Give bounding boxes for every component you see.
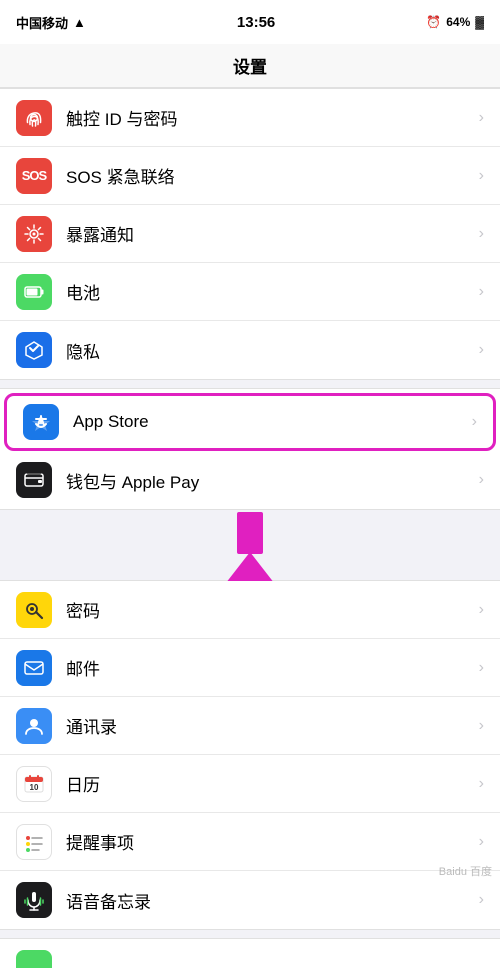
alarm-icon: ⏰ xyxy=(426,15,441,29)
appstore-row-wrapper: A App Store › xyxy=(0,389,500,451)
battery-icon: ▓ xyxy=(475,15,484,29)
svg-text:10: 10 xyxy=(30,783,39,792)
privacy-chevron: › xyxy=(479,341,484,359)
reminders-row[interactable]: 提醒事项 › xyxy=(0,813,500,871)
calendar-chevron: › xyxy=(479,775,484,793)
touchid-label: 触控 ID 与密码 xyxy=(66,105,471,130)
voice-icon xyxy=(16,882,52,918)
contacts-label: 通讯录 xyxy=(66,713,471,738)
mail-icon xyxy=(16,650,52,686)
mail-label: 邮件 xyxy=(66,655,471,680)
appstore-label: App Store xyxy=(73,412,464,432)
wallet-label: 钱包与 Apple Pay xyxy=(66,468,471,493)
sos-label: SOS 紧急联络 xyxy=(66,163,471,188)
pink-arrow xyxy=(222,512,278,588)
touchid-row[interactable]: 触控 ID 与密码 › xyxy=(0,89,500,147)
extra-icon xyxy=(16,950,52,968)
battery-text: 64% xyxy=(446,15,470,29)
appstore-chevron: › xyxy=(472,413,477,431)
voice-chevron: › xyxy=(479,891,484,909)
calendar-row[interactable]: 10 日历 › xyxy=(0,755,500,813)
extra-row[interactable] xyxy=(0,939,500,968)
appstore-icon: A xyxy=(23,404,59,440)
status-left: 中国移动 ▲ xyxy=(16,13,86,32)
passwords-chevron: › xyxy=(479,601,484,619)
exposure-icon xyxy=(16,216,52,252)
exposure-label: 暴露通知 xyxy=(66,221,471,246)
battery-icon xyxy=(16,274,52,310)
exposure-row[interactable]: 暴露通知 › xyxy=(0,205,500,263)
battery-chevron: › xyxy=(479,283,484,301)
reminders-icon xyxy=(16,824,52,860)
privacy-row[interactable]: 隐私 › xyxy=(0,321,500,379)
status-bar: 中国移动 ▲ 13:56 ⏰ 64% ▓ xyxy=(0,0,500,44)
calendar-icon: 10 xyxy=(16,766,52,802)
battery-label: 电池 xyxy=(66,279,471,304)
calendar-label: 日历 xyxy=(66,771,471,796)
mail-row[interactable]: 邮件 › xyxy=(0,639,500,697)
passwords-row[interactable]: 密码 › xyxy=(0,581,500,639)
reminders-label: 提醒事项 xyxy=(66,829,471,854)
battery-row[interactable]: 电池 › xyxy=(0,263,500,321)
carrier-text: 中国移动 xyxy=(16,13,68,32)
contacts-icon xyxy=(16,708,52,744)
nav-bar: 设置 xyxy=(0,44,500,88)
wallet-row[interactable]: 钱包与 Apple Pay › xyxy=(0,451,500,509)
passwords-label: 密码 xyxy=(66,597,471,622)
voice-row[interactable]: 语音备忘录 › xyxy=(0,871,500,929)
partial-row xyxy=(0,938,500,968)
sos-chevron: › xyxy=(479,167,484,185)
privacy-icon xyxy=(16,332,52,368)
voice-label: 语音备忘录 xyxy=(66,888,471,913)
contacts-row[interactable]: 通讯录 › xyxy=(0,697,500,755)
status-time: 13:56 xyxy=(237,14,275,31)
wallet-chevron: › xyxy=(479,471,484,489)
wifi-icon: ▲ xyxy=(73,15,86,30)
touchid-chevron: › xyxy=(479,109,484,127)
settings-section-2: A App Store › 钱包与 Apple Pay › xyxy=(0,388,500,510)
watermark: Baidu 百度 xyxy=(439,863,492,879)
arrow-section xyxy=(0,510,500,580)
touchid-icon xyxy=(16,100,52,136)
sos-row[interactable]: SOS SOS 紧急联络 › xyxy=(0,147,500,205)
page-title: 设置 xyxy=(233,53,267,78)
sos-icon: SOS xyxy=(16,158,52,194)
status-right: ⏰ 64% ▓ xyxy=(426,15,484,29)
exposure-chevron: › xyxy=(479,225,484,243)
settings-section-3: 密码 › 邮件 › 通讯录 › 10 xyxy=(0,580,500,930)
reminders-chevron: › xyxy=(479,833,484,851)
mail-chevron: › xyxy=(479,659,484,677)
appstore-row[interactable]: A App Store › xyxy=(4,393,496,451)
wallet-icon xyxy=(16,462,52,498)
settings-section-1: 触控 ID 与密码 › SOS SOS 紧急联络 › 暴露通知 › xyxy=(0,88,500,380)
contacts-chevron: › xyxy=(479,717,484,735)
privacy-label: 隐私 xyxy=(66,338,471,363)
passwords-icon xyxy=(16,592,52,628)
